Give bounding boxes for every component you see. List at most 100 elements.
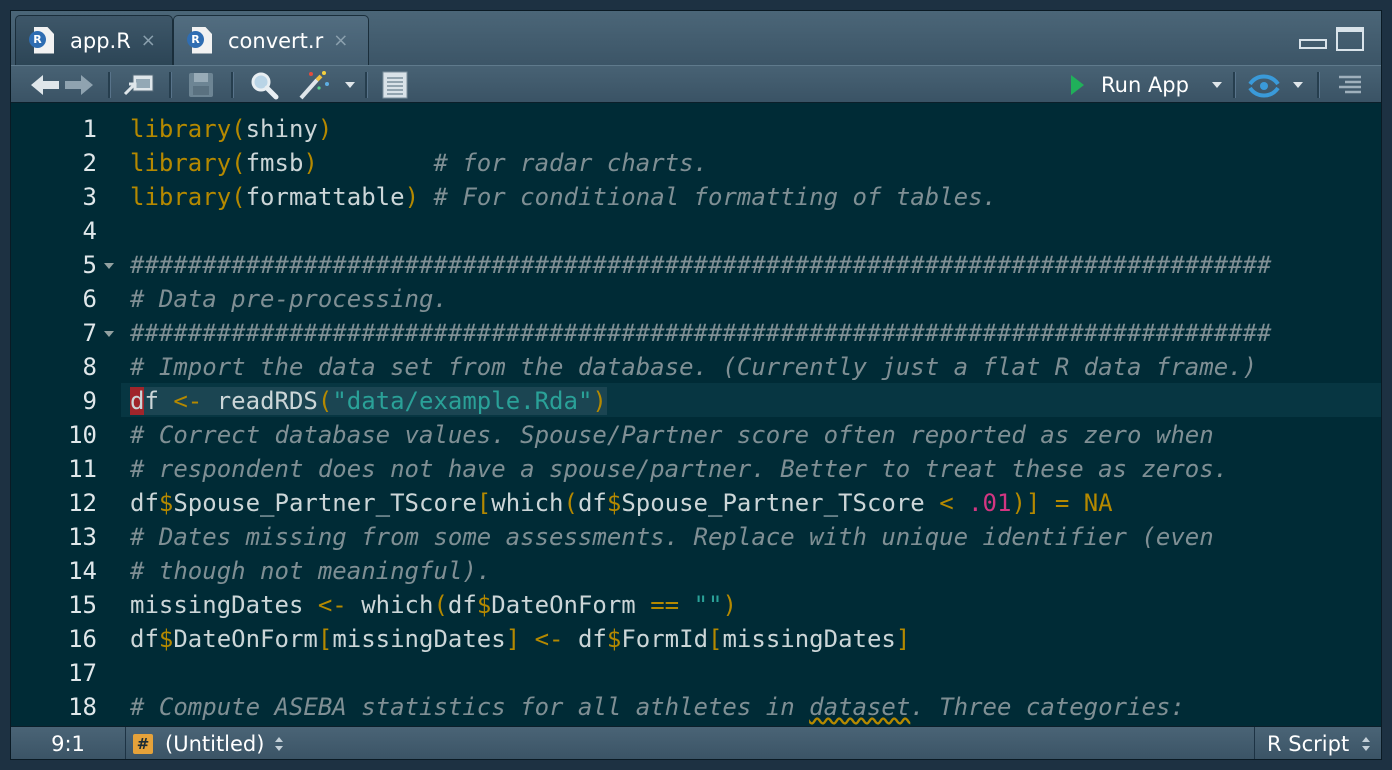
code-line[interactable]: # though not meaningful). bbox=[130, 557, 491, 585]
code-token: .01 bbox=[968, 489, 1012, 517]
code-line[interactable]: ########################################… bbox=[130, 251, 1272, 279]
code-token: DateOnForm bbox=[491, 591, 651, 619]
code-token: df bbox=[577, 489, 607, 517]
code-token: == bbox=[650, 591, 680, 619]
tab-bar: R app.R × R convert.r × bbox=[11, 11, 1381, 65]
status-bar: 9:1 # (Untitled) R Script bbox=[11, 726, 1381, 759]
fold-arrow-icon[interactable] bbox=[104, 263, 114, 269]
close-tab-icon[interactable]: × bbox=[141, 30, 156, 51]
code-editor[interactable]: 12345678910111213141516171819 library(sh… bbox=[11, 103, 1381, 726]
code-token: ( bbox=[231, 183, 246, 211]
code-line[interactable]: # Correct database values. Spouse/Partne… bbox=[130, 421, 1214, 449]
scope-badge-icon: # bbox=[133, 734, 153, 754]
code-token: Spouse_Partner_TScore bbox=[173, 489, 477, 517]
code-line[interactable]: # Compute ASEBA statistics for all athle… bbox=[130, 693, 1185, 721]
code-line[interactable]: missingDates <- which(df$DateOnForm == "… bbox=[130, 591, 737, 619]
chevron-down-icon[interactable] bbox=[344, 66, 356, 104]
line-number: 11 bbox=[68, 455, 97, 483]
minimize-pane-icon[interactable] bbox=[1299, 39, 1327, 49]
code-line[interactable]: df$DateOnForm[missingDates] <- df$FormId… bbox=[130, 625, 910, 653]
code-line[interactable]: ########################################… bbox=[130, 319, 1272, 347]
show-in-window-icon[interactable] bbox=[123, 66, 157, 104]
source-editor-pane: R app.R × R convert.r × Run App 1 2 3 4 … bbox=[10, 10, 1382, 760]
line-number: 4 bbox=[82, 217, 97, 245]
line-number: 14 bbox=[68, 557, 97, 585]
code-token: <- bbox=[317, 591, 347, 619]
code-token: ( bbox=[433, 591, 448, 619]
code-token: # for radar charts. bbox=[433, 149, 708, 177]
code-token: DateOnForm bbox=[173, 625, 318, 653]
document-outline-icon[interactable] bbox=[1337, 66, 1363, 104]
code-token: ) bbox=[317, 115, 333, 143]
save-icon[interactable] bbox=[187, 66, 215, 104]
line-number: 8 bbox=[82, 353, 97, 381]
close-tab-icon[interactable]: × bbox=[333, 30, 348, 51]
scope-selector[interactable]: # (Untitled) bbox=[133, 727, 284, 759]
code-token: df bbox=[130, 625, 159, 653]
run-options-dropdown[interactable] bbox=[1211, 66, 1223, 104]
cursor-position: 9:1 bbox=[11, 727, 126, 759]
code-token: = bbox=[1054, 489, 1070, 517]
code-token: ] bbox=[895, 625, 911, 653]
code-line[interactable]: df <- readRDS("data/example.Rda") bbox=[130, 387, 607, 415]
magic-wand-icon[interactable] bbox=[297, 66, 331, 104]
code-line[interactable]: # Dates missing from some assessments. R… bbox=[130, 523, 1214, 551]
publish-icon[interactable] bbox=[1247, 66, 1281, 104]
tab-label: convert.r bbox=[228, 28, 324, 53]
spelling-warning: dataset bbox=[809, 693, 911, 721]
code-token: $ bbox=[158, 625, 174, 653]
code-line[interactable]: # Import the data set from the database.… bbox=[130, 353, 1257, 381]
code-line[interactable]: # respondent does not have a spouse/part… bbox=[130, 455, 1228, 483]
line-number: 9 bbox=[82, 387, 97, 415]
code-token: missingDates bbox=[130, 591, 318, 619]
back-arrow-icon[interactable] bbox=[29, 66, 61, 104]
code-line[interactable]: df$Spouse_Partner_TScore[which(df$Spouse… bbox=[130, 489, 1113, 517]
maximize-pane-icon[interactable] bbox=[1336, 27, 1364, 51]
updown-icon bbox=[275, 737, 284, 751]
code-token: ] bbox=[1025, 489, 1041, 517]
code-token: NA bbox=[1083, 489, 1113, 517]
code-token: # Compute ASEBA statistics for all athle… bbox=[130, 693, 810, 721]
code-token: fmsb bbox=[245, 149, 304, 177]
tab-convert-r[interactable]: R convert.r × bbox=[173, 15, 369, 65]
code-token: df bbox=[447, 591, 477, 619]
code-line[interactable]: library(fmsb) # for radar charts. bbox=[130, 149, 708, 177]
file-type-selector[interactable]: R Script bbox=[1254, 727, 1381, 759]
compile-report-icon[interactable] bbox=[381, 66, 409, 104]
code-token: ) bbox=[1011, 489, 1026, 517]
code-token: library bbox=[130, 115, 232, 143]
line-number: 16 bbox=[68, 625, 97, 653]
code-token: $ bbox=[606, 489, 622, 517]
line-number: 12 bbox=[68, 489, 97, 517]
code-line[interactable]: library(shiny) bbox=[130, 115, 332, 143]
code-token: <- bbox=[173, 387, 203, 415]
code-token: # Dates missing from some assessments. R… bbox=[130, 523, 1214, 551]
line-number: 10 bbox=[68, 421, 97, 449]
code-token: Spouse_Partner_TScore bbox=[621, 489, 940, 517]
tab-app-r[interactable]: R app.R × bbox=[15, 15, 173, 65]
code-line[interactable]: library(formattable) # For conditional f… bbox=[130, 183, 997, 211]
run-app-button[interactable]: Run App bbox=[1069, 66, 1189, 104]
code-token: df bbox=[563, 625, 607, 653]
code-token: shiny bbox=[245, 115, 318, 143]
line-number: 13 bbox=[68, 523, 97, 551]
publish-options-dropdown[interactable] bbox=[1292, 66, 1304, 104]
search-icon[interactable] bbox=[249, 66, 279, 104]
code-token: $ bbox=[158, 489, 174, 517]
code-token: ( bbox=[317, 387, 333, 415]
updown-icon bbox=[1362, 737, 1371, 751]
line-number: 15 bbox=[68, 591, 97, 619]
code-token: ( bbox=[231, 115, 246, 143]
code-token: library bbox=[130, 149, 232, 177]
code-token: ########################################… bbox=[130, 319, 1272, 347]
code-token: # Correct database values. Spouse/Partne… bbox=[130, 421, 1214, 449]
code-line[interactable]: # Data pre-processing. bbox=[130, 285, 448, 313]
code-token: [ bbox=[317, 625, 333, 653]
fold-arrow-icon[interactable] bbox=[104, 331, 114, 337]
line-number: 6 bbox=[82, 285, 97, 313]
forward-arrow-icon[interactable] bbox=[63, 66, 95, 104]
line-number: 2 bbox=[82, 149, 97, 177]
